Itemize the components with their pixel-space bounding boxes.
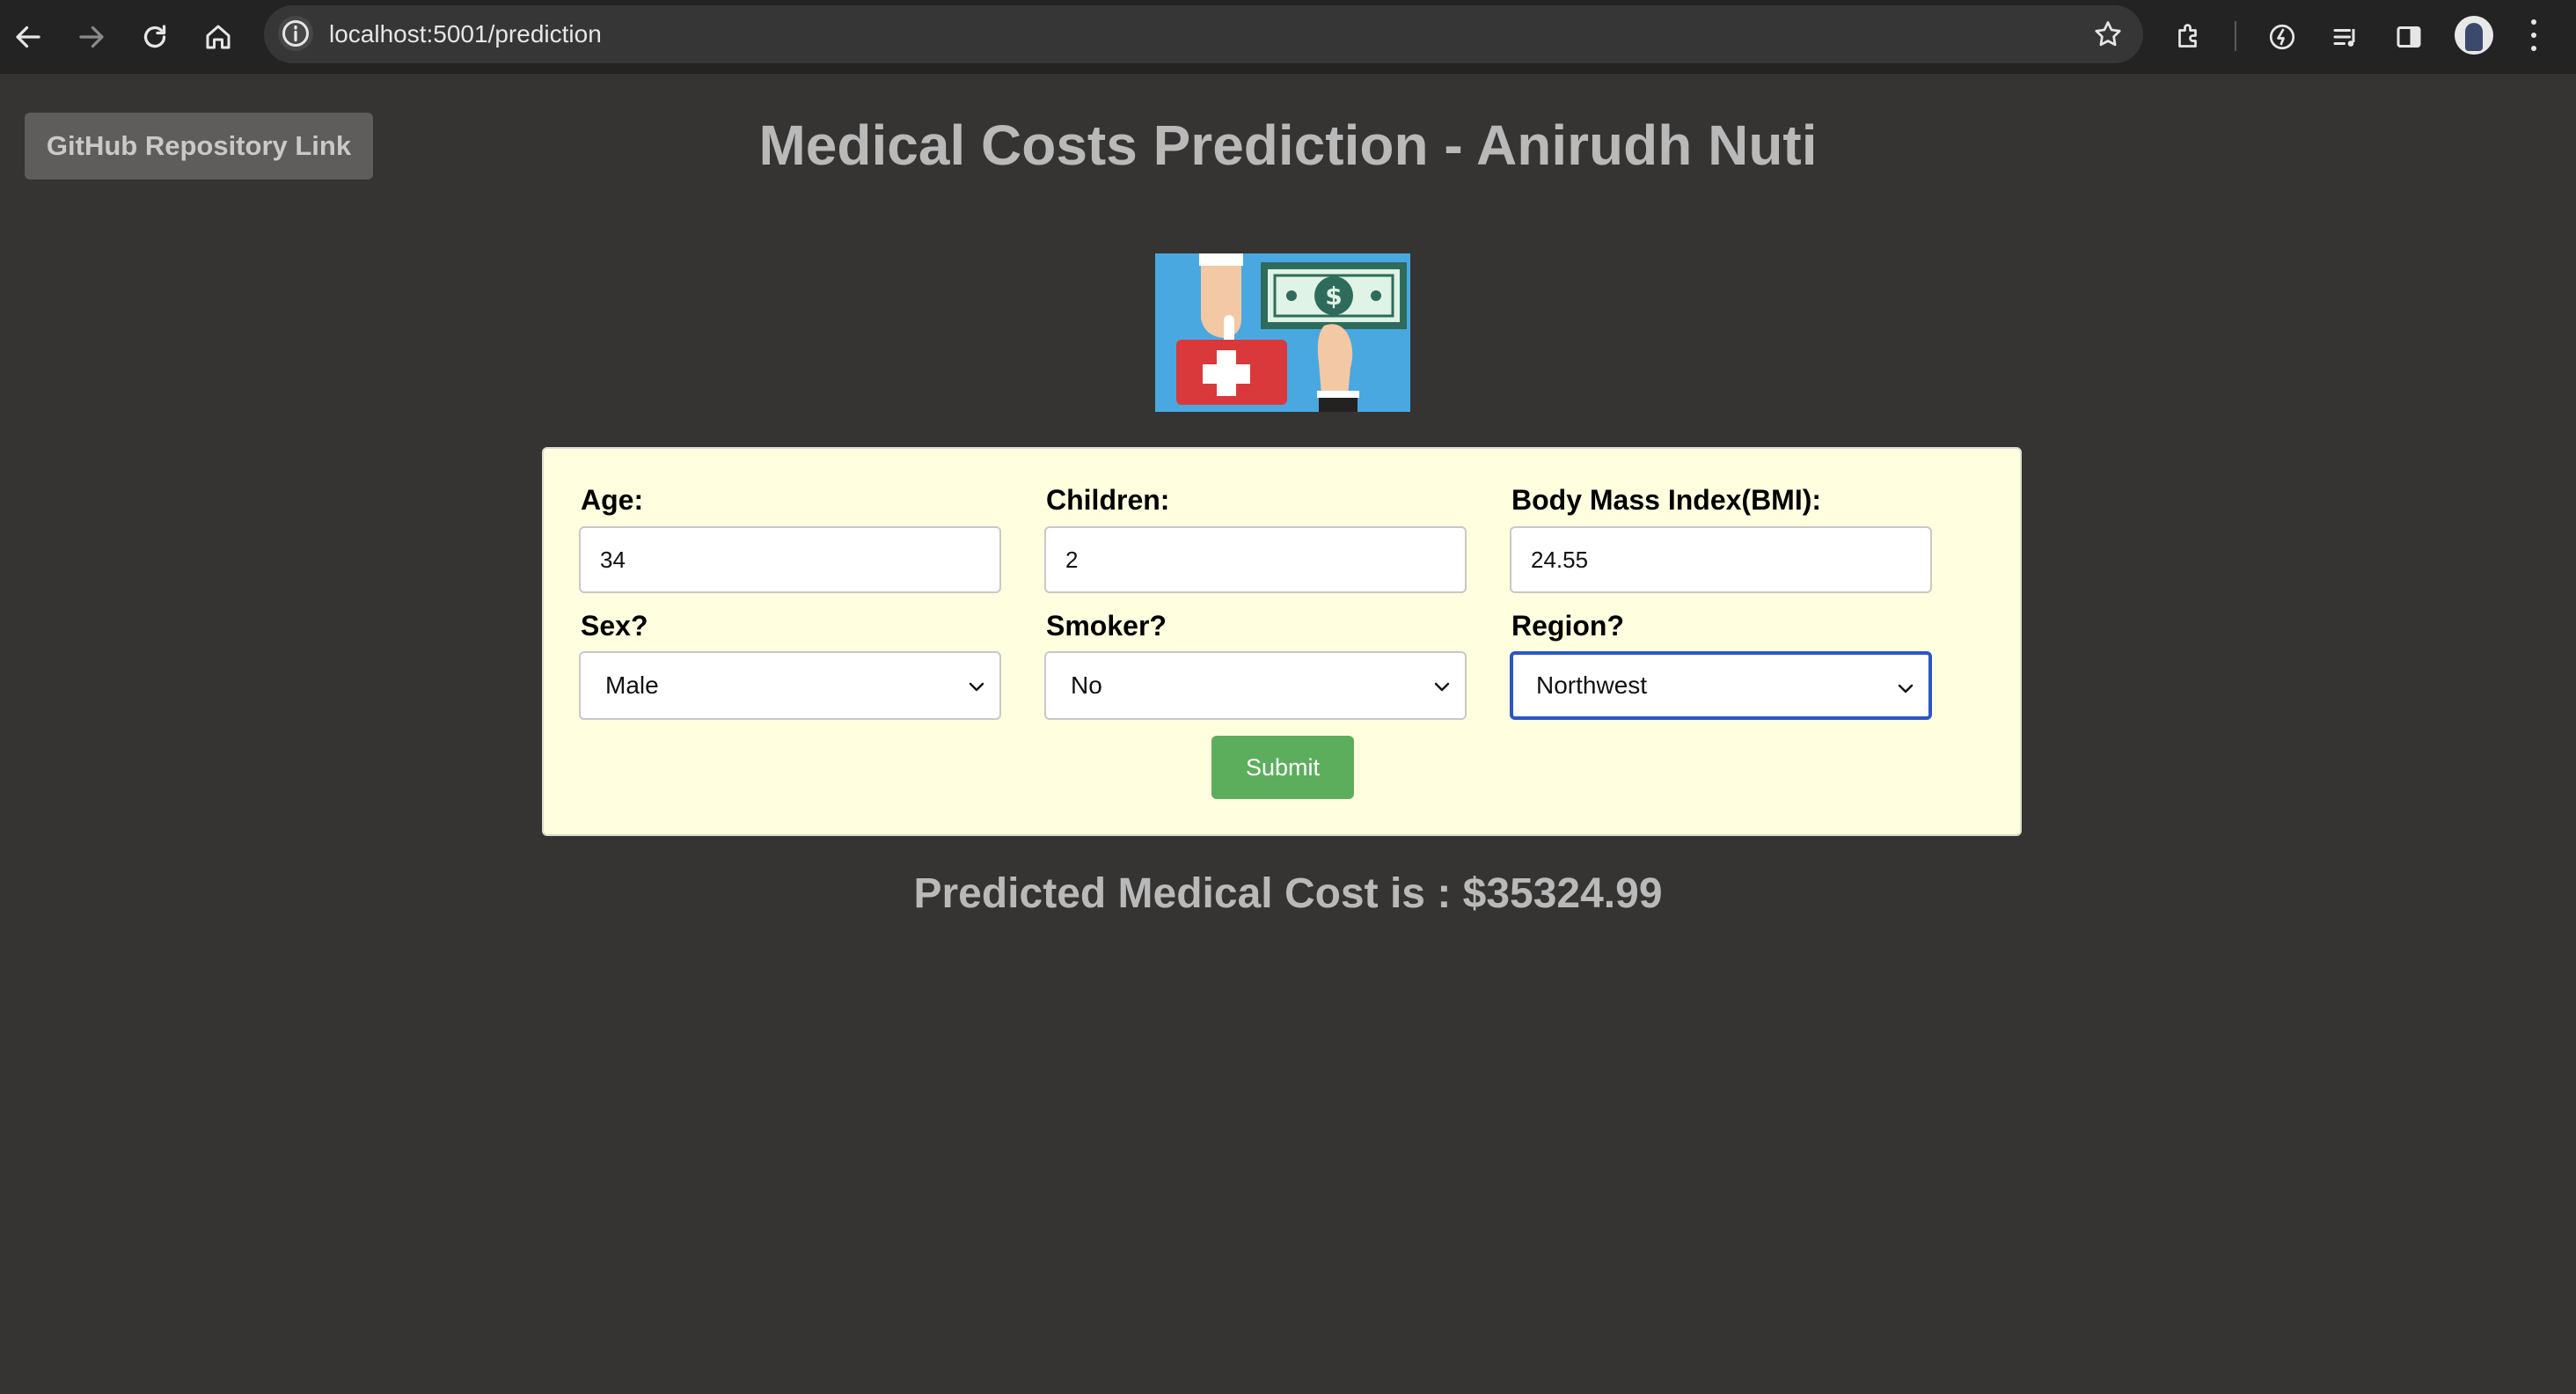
smoker-label: Smoker? bbox=[1046, 610, 1167, 642]
back-arrow-icon[interactable] bbox=[7, 16, 49, 58]
children-input[interactable]: 2 bbox=[1044, 526, 1467, 593]
medical-cost-illustration: $ bbox=[1155, 253, 1410, 412]
forward-arrow-icon[interactable] bbox=[70, 16, 113, 58]
address-bar[interactable]: localhost:5001/prediction bbox=[264, 5, 2143, 63]
chevron-down-icon bbox=[1434, 682, 1450, 692]
bookmark-star-icon[interactable] bbox=[2092, 18, 2124, 50]
smoker-select[interactable]: No bbox=[1044, 651, 1467, 720]
age-value: 34 bbox=[600, 546, 626, 573]
site-info-icon[interactable] bbox=[278, 16, 313, 51]
children-label: Children: bbox=[1046, 484, 1170, 516]
home-icon[interactable] bbox=[197, 16, 239, 58]
chevron-down-icon bbox=[969, 682, 984, 692]
bmi-label: Body Mass Index(BMI): bbox=[1511, 484, 1822, 516]
url-text[interactable]: localhost:5001/prediction bbox=[329, 20, 602, 48]
reload-icon[interactable] bbox=[134, 16, 176, 58]
age-label: Age: bbox=[581, 484, 644, 516]
submit-button[interactable]: Submit bbox=[1211, 736, 1354, 799]
age-input[interactable]: 34 bbox=[579, 526, 1001, 593]
media-controls-icon[interactable] bbox=[2328, 19, 2363, 55]
side-panel-icon[interactable] bbox=[2391, 19, 2426, 55]
toolbar-divider bbox=[2235, 21, 2236, 51]
sex-label: Sex? bbox=[581, 610, 648, 642]
page-title: Medical Costs Prediction - Anirudh Nuti bbox=[758, 114, 1818, 177]
browser-toolbar: localhost:5001/prediction bbox=[0, 0, 2576, 74]
profile-avatar[interactable] bbox=[2455, 16, 2493, 55]
region-label: Region? bbox=[1511, 610, 1624, 642]
region-selected-value: Northwest bbox=[1536, 671, 1648, 699]
children-value: 2 bbox=[1065, 546, 1079, 573]
chevron-down-icon bbox=[1898, 684, 1914, 693]
sex-selected-value: Male bbox=[605, 671, 659, 699]
performance-icon[interactable] bbox=[2265, 19, 2300, 55]
menu-dots-icon[interactable] bbox=[2523, 16, 2544, 55]
smoker-selected-value: No bbox=[1071, 671, 1102, 699]
extensions-icon[interactable] bbox=[2171, 19, 2206, 55]
predicted-cost-result: Predicted Medical Cost is : $35324.99 bbox=[913, 870, 1663, 917]
region-select[interactable]: Northwest bbox=[1510, 651, 1932, 720]
sex-select[interactable]: Male bbox=[579, 651, 1001, 720]
bmi-value: 24.55 bbox=[1531, 546, 1589, 573]
bmi-input[interactable]: 24.55 bbox=[1510, 526, 1932, 593]
svg-text:$: $ bbox=[1325, 282, 1342, 311]
